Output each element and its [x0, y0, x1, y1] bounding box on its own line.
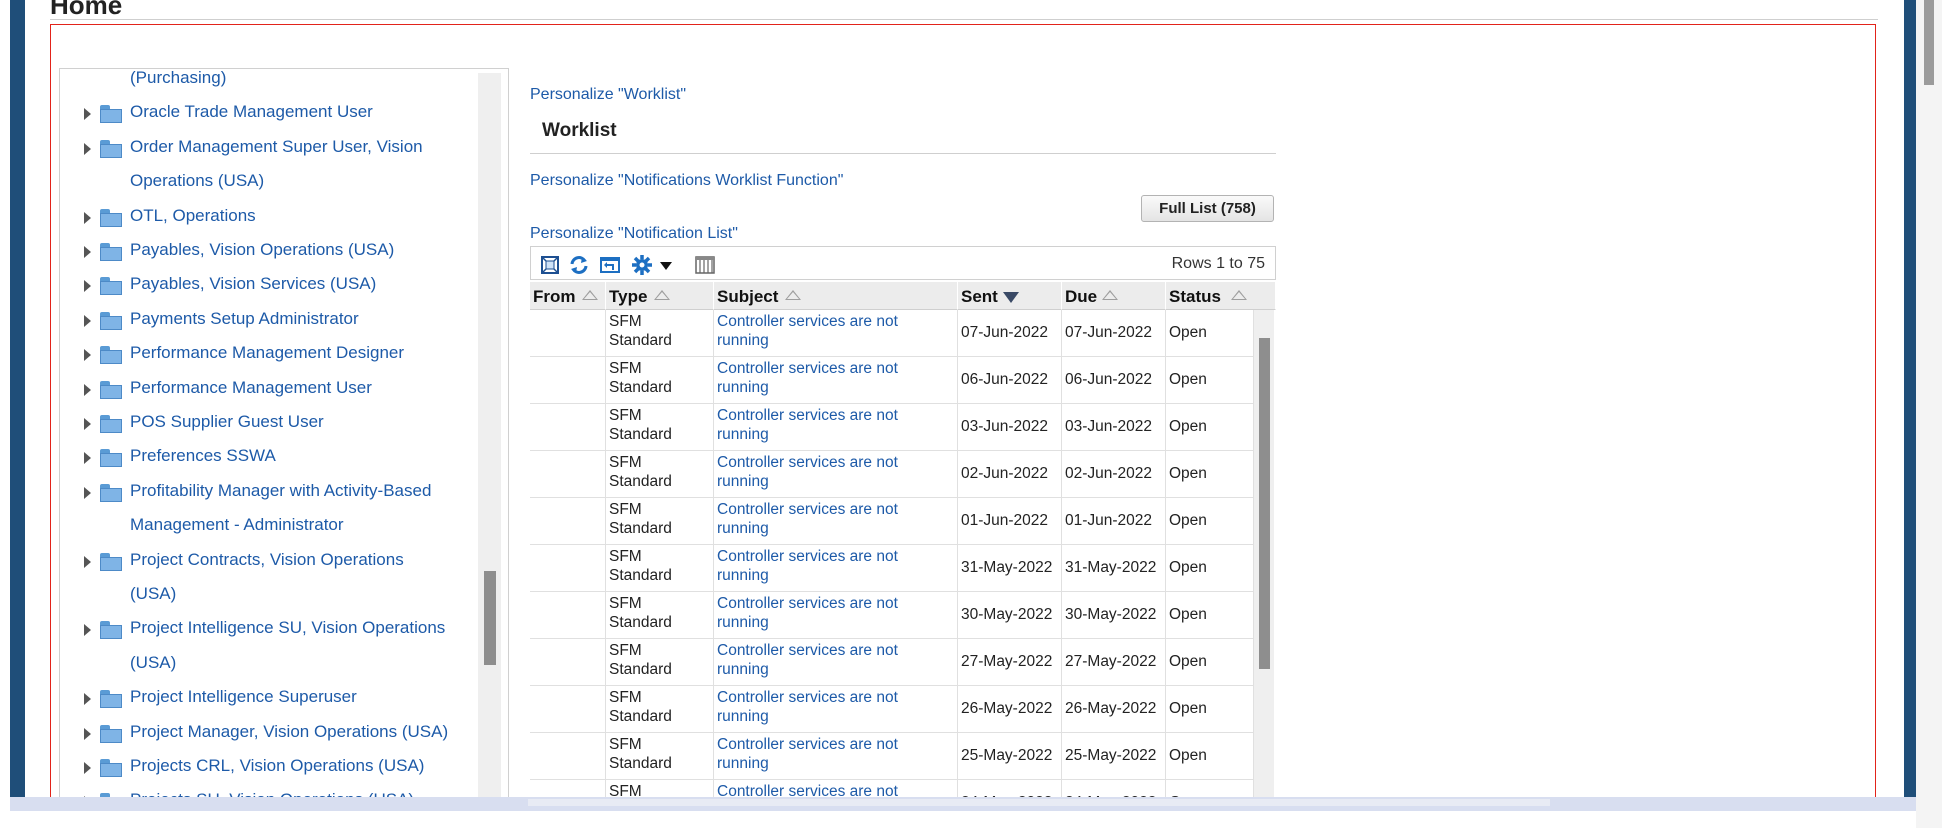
window-frame-left	[10, 0, 25, 800]
window-frame-right	[1904, 0, 1916, 800]
horizontal-scrollbar-thumb[interactable]	[528, 799, 1550, 806]
highlight-outline	[50, 24, 1876, 806]
page-scrollbar[interactable]	[1916, 0, 1942, 828]
title-divider	[50, 19, 1878, 20]
page-title: Home	[50, 0, 123, 20]
page-scrollbar-thumb[interactable]	[1924, 0, 1934, 85]
